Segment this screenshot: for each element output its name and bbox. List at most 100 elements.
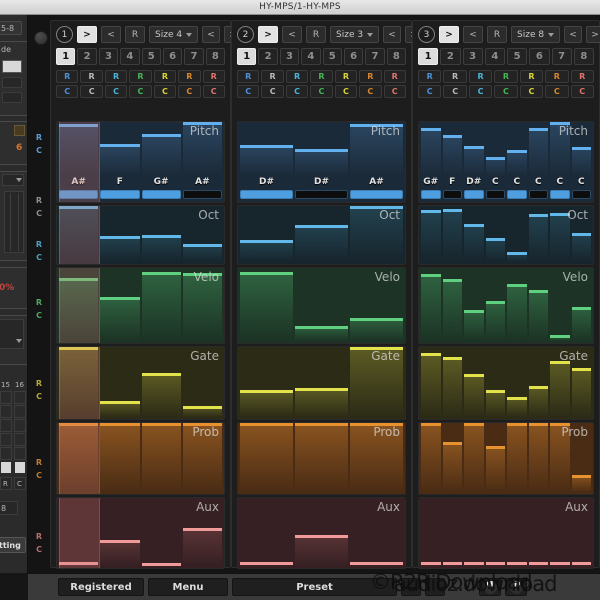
rc-randomize-button[interactable]: R xyxy=(104,70,128,83)
pitch-step-toggle[interactable] xyxy=(141,190,181,199)
step-column[interactable]: D# xyxy=(464,124,484,200)
step-column[interactable]: A# xyxy=(59,124,99,200)
step-column[interactable] xyxy=(571,425,591,492)
rc-randomize-button[interactable]: R xyxy=(310,70,333,83)
step-column[interactable] xyxy=(485,349,505,417)
pitch-step-toggle[interactable] xyxy=(295,190,348,199)
step-column[interactable] xyxy=(59,500,99,566)
step-column[interactable] xyxy=(507,349,527,417)
host-knob-area[interactable] xyxy=(0,319,24,349)
step-column[interactable] xyxy=(421,208,441,262)
step-column[interactable] xyxy=(507,500,527,566)
rc-clear-button[interactable]: C xyxy=(285,85,309,98)
step-column[interactable] xyxy=(240,349,293,417)
step-column[interactable] xyxy=(295,500,348,566)
preset-button[interactable]: Preset xyxy=(232,578,397,596)
step-column[interactable] xyxy=(240,500,293,566)
gutter-c-button[interactable]: C xyxy=(36,545,42,554)
pattern-button-3[interactable]: 3 xyxy=(279,48,300,65)
host-cell[interactable] xyxy=(14,433,26,446)
step-column[interactable] xyxy=(442,208,462,262)
host-cell-active[interactable] xyxy=(1,462,11,473)
step-column[interactable] xyxy=(295,349,348,417)
step-column[interactable]: A# xyxy=(182,122,222,200)
gutter-c-button[interactable]: C xyxy=(36,253,42,262)
step-column[interactable] xyxy=(464,270,484,341)
rc-clear-button[interactable]: C xyxy=(104,85,128,98)
step-column[interactable] xyxy=(240,270,293,341)
nudge-left-button[interactable]: < xyxy=(383,26,402,43)
size-select[interactable]: Size 8 xyxy=(511,26,561,43)
rc-randomize-button[interactable]: R xyxy=(178,70,201,83)
step-column[interactable] xyxy=(507,423,527,492)
step-column[interactable]: C xyxy=(571,124,591,200)
step-column[interactable] xyxy=(464,208,484,262)
rc-clear-button[interactable]: C xyxy=(237,85,260,98)
pattern-button-1[interactable]: 1 xyxy=(56,48,76,65)
step-column[interactable] xyxy=(350,270,403,341)
step-column[interactable] xyxy=(485,208,505,262)
step-column[interactable] xyxy=(442,349,462,417)
step-column[interactable] xyxy=(571,349,591,417)
rc-clear-button[interactable]: C xyxy=(418,85,442,98)
lane-oct-group-1[interactable]: Oct xyxy=(56,205,225,265)
step-column[interactable] xyxy=(295,208,348,262)
step-column[interactable] xyxy=(350,500,403,566)
pattern-button-1[interactable]: 1 xyxy=(418,48,439,65)
step-column[interactable] xyxy=(59,423,99,492)
rc-randomize-button[interactable]: R xyxy=(334,70,358,83)
lane-velo-group-1[interactable]: Velo xyxy=(56,267,225,344)
pattern-button-5[interactable]: 5 xyxy=(322,48,342,65)
rc-randomize-button[interactable]: R xyxy=(468,70,493,83)
size-select[interactable]: Size 4 xyxy=(149,26,199,43)
step-column[interactable] xyxy=(507,208,527,262)
host-row-b[interactable] xyxy=(2,92,22,103)
rc-clear-button[interactable]: C xyxy=(334,85,358,98)
step-column[interactable] xyxy=(141,270,181,341)
lane-aux-group-3[interactable]: Aux xyxy=(418,497,594,569)
play-button[interactable]: > xyxy=(77,26,97,43)
lane-prob-group-3[interactable]: Prob xyxy=(418,422,594,495)
host-icon-box[interactable] xyxy=(14,125,25,136)
step-column[interactable] xyxy=(421,349,441,417)
host-cell[interactable] xyxy=(14,447,26,460)
lane-velo-group-3[interactable]: Velo xyxy=(418,267,594,344)
step-column[interactable] xyxy=(442,425,462,492)
rc-clear-button[interactable]: C xyxy=(570,85,594,98)
pitch-step-toggle[interactable] xyxy=(528,190,548,199)
step-column[interactable] xyxy=(550,500,570,566)
pitch-step-toggle[interactable] xyxy=(442,190,462,199)
step-column[interactable]: G# xyxy=(421,124,441,200)
rc-randomize-button[interactable]: R xyxy=(570,70,594,83)
lane-prob-group-2[interactable]: Prob xyxy=(237,422,406,495)
nudge-left-button[interactable]: < xyxy=(202,26,221,43)
step-column[interactable] xyxy=(350,423,403,492)
rc-clear-button[interactable]: C xyxy=(178,85,201,98)
rc-randomize-button[interactable]: R xyxy=(153,70,177,83)
registered-button[interactable]: Registered xyxy=(58,578,144,596)
step-column[interactable] xyxy=(485,270,505,341)
pattern-button-4[interactable]: 4 xyxy=(120,48,140,65)
pattern-button-8[interactable]: 8 xyxy=(386,48,406,65)
gutter-r-button[interactable]: R xyxy=(36,298,42,307)
rc-randomize-button[interactable]: R xyxy=(129,70,152,83)
lane-prob-group-1[interactable]: Prob xyxy=(56,422,225,495)
randomize-button[interactable]: R xyxy=(125,26,145,43)
nudge-left-button[interactable]: < xyxy=(564,26,583,43)
pitch-step-toggle[interactable] xyxy=(550,190,570,199)
step-column[interactable] xyxy=(550,423,570,492)
pitch-step-toggle[interactable] xyxy=(507,190,527,199)
pattern-button-7[interactable]: 7 xyxy=(365,48,385,65)
step-column[interactable] xyxy=(528,349,548,417)
host-value-field[interactable] xyxy=(2,60,22,73)
gutter-r-button[interactable]: R xyxy=(36,133,42,142)
rc-randomize-button[interactable]: R xyxy=(494,70,518,83)
step-column[interactable]: F xyxy=(442,124,462,200)
pattern-button-6[interactable]: 6 xyxy=(162,48,183,65)
lane-oct-group-2[interactable]: Oct xyxy=(237,205,406,265)
step-column[interactable] xyxy=(442,270,462,341)
pattern-button-8[interactable]: 8 xyxy=(573,48,594,65)
step-column[interactable] xyxy=(421,423,441,492)
step-column[interactable] xyxy=(528,423,548,492)
step-column[interactable] xyxy=(442,500,462,566)
